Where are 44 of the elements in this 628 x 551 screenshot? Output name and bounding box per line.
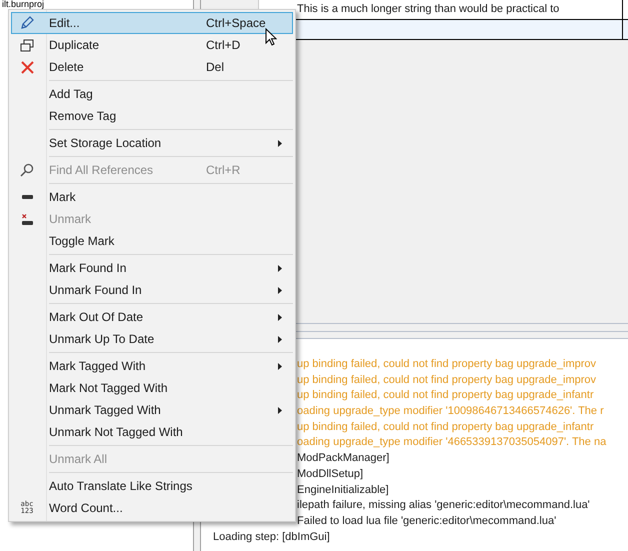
mark-icon bbox=[22, 195, 32, 199]
log-line: up binding failed, could not find property bag upgrade_improv bbox=[297, 372, 596, 388]
menu-item[interactable]: Remove Tag bbox=[11, 105, 293, 127]
submenu-arrow-icon bbox=[278, 140, 282, 146]
unmark-icon bbox=[22, 214, 32, 224]
file-path-text: ilt.burnproj bbox=[1, 0, 46, 9]
duplicate-icon bbox=[20, 38, 34, 52]
log-line: ilepath failure, missing alias 'generic:editor\mecommand.lua' bbox=[297, 498, 590, 514]
log-line: oading upgrade_type modifier '4665339137035054097'. The na bbox=[297, 435, 606, 450]
menu-item[interactable]: Add Tag bbox=[11, 83, 293, 105]
menu-item[interactable]: Mark bbox=[11, 186, 293, 208]
log-line: Loading step: [dbImGui] bbox=[213, 530, 330, 545]
close-icon bbox=[20, 60, 34, 74]
menu-item[interactable]: Auto Translate Like Strings bbox=[11, 475, 293, 497]
menu-item[interactable]: Mark Out Of Date bbox=[11, 306, 293, 328]
log-line: up binding failed, could not find property bag upgrade_infantr bbox=[297, 420, 594, 435]
submenu-arrow-icon bbox=[278, 286, 282, 294]
menu-item[interactable]: Mark Tagged With bbox=[11, 355, 293, 377]
menu-item[interactable]: Delete Del bbox=[11, 56, 293, 78]
pencil-icon bbox=[19, 15, 35, 31]
log-line: ModDllSetup] bbox=[297, 466, 364, 482]
menu-item[interactable]: Unmark Found In bbox=[11, 279, 293, 301]
log-line: Failed to load lua file 'generic:editor\mecommand.lua' bbox=[297, 514, 556, 529]
submenu-arrow-icon bbox=[278, 264, 282, 272]
menu-item[interactable]: Toggle Mark bbox=[11, 230, 293, 252]
submenu-arrow-icon bbox=[278, 362, 282, 370]
menu-item[interactable]: Duplicate Ctrl+D bbox=[11, 34, 293, 56]
menu-item[interactable]: Mark Found In bbox=[11, 257, 293, 279]
menu-item[interactable]: Unmark Tagged With bbox=[11, 399, 293, 421]
menu-item[interactable]: Unmark Up To Date bbox=[11, 328, 293, 350]
log-line: up binding failed, could not find property bag upgrade_improv bbox=[297, 357, 596, 372]
mouse-pointer-icon bbox=[265, 28, 277, 46]
log-line: ModPackManager] bbox=[297, 451, 390, 466]
menu-item[interactable]: Unmark Not Tagged With bbox=[11, 421, 293, 443]
menu-item[interactable]: Mark Not Tagged With bbox=[11, 377, 293, 399]
submenu-arrow-icon bbox=[278, 406, 282, 414]
log-line: EngineInitializable] bbox=[297, 482, 389, 498]
log-line: oading upgrade_type modifier '10098646713466574626'. The r bbox=[297, 404, 604, 420]
submenu-arrow-icon bbox=[278, 336, 282, 342]
menu-item[interactable]: Set Storage Location bbox=[11, 132, 293, 154]
log-line: up binding failed, could not find property bag upgrade_infantr bbox=[297, 388, 594, 404]
menu-item[interactable]: Edit... Ctrl+Space bbox=[11, 12, 293, 34]
search-icon bbox=[20, 163, 34, 177]
submenu-arrow-icon bbox=[278, 314, 282, 320]
